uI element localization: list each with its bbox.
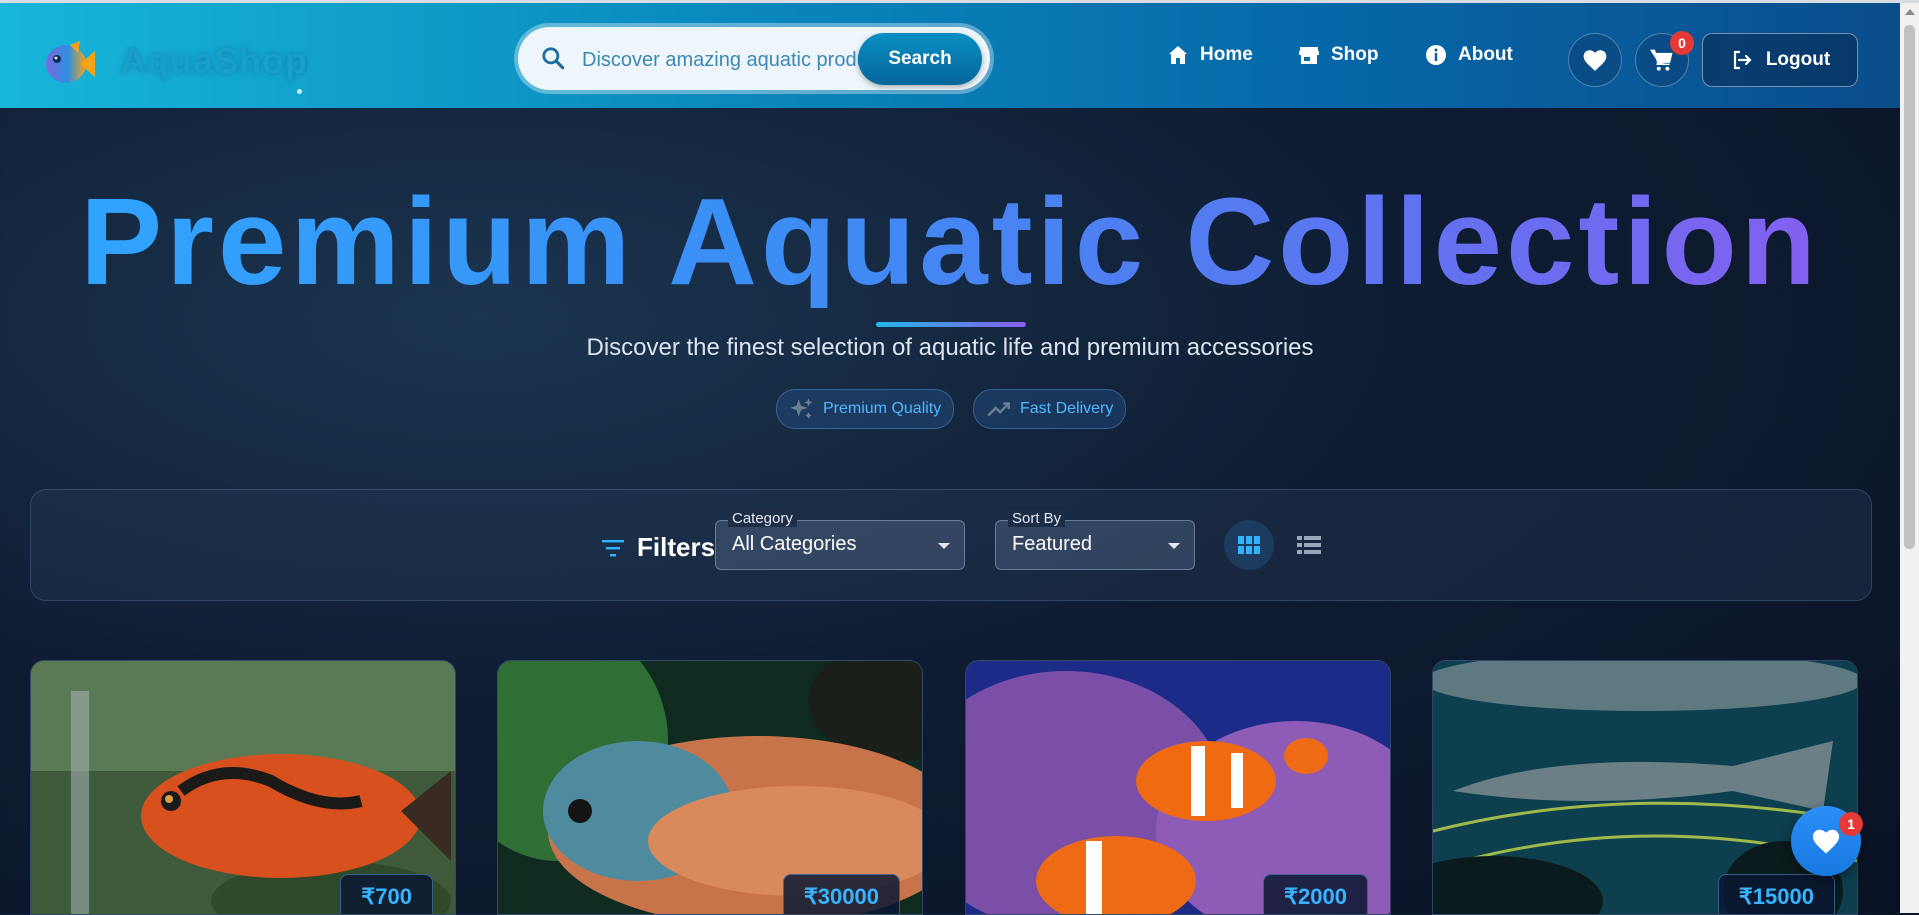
nav-shop-label: Shop	[1331, 44, 1379, 65]
search-bar: Search	[518, 27, 990, 90]
sort-select[interactable]: Sort By Featured	[995, 510, 1195, 570]
price-tag: ₹15000	[1717, 874, 1835, 914]
product-card[interactable]: ₹30000	[497, 660, 923, 915]
badge-premium-quality: Premium Quality	[776, 389, 955, 429]
decorative-dot	[297, 89, 302, 94]
filters-label: Filters	[637, 532, 716, 562]
filter-icon	[602, 539, 624, 556]
product-card[interactable]: ₹15000	[1432, 660, 1858, 915]
hero-title: Premium Aquatic Collection	[0, 178, 1900, 308]
logout-button[interactable]: Logout	[1702, 33, 1858, 87]
product-card[interactable]: ₹2000	[965, 660, 1391, 915]
favorites-count-badge: 1	[1839, 812, 1863, 836]
scroll-up-arrow-icon[interactable]	[1905, 9, 1915, 15]
heart-icon	[1583, 50, 1607, 71]
logout-label: Logout	[1765, 49, 1831, 70]
logout-icon	[1733, 50, 1752, 70]
fish-logo-icon[interactable]	[40, 39, 96, 89]
badge-label: Premium Quality	[823, 400, 942, 417]
nav-about[interactable]: About	[1424, 43, 1513, 67]
scrollbar-thumb[interactable]	[1904, 25, 1915, 549]
category-select-value: All Categories	[732, 533, 857, 555]
nav-home[interactable]: Home	[1166, 43, 1253, 67]
price-tag: ₹2000	[1263, 874, 1368, 914]
category-select-label: Category	[728, 510, 797, 527]
cart-icon	[1649, 49, 1673, 71]
sparkle-icon	[790, 398, 813, 419]
chevron-down-icon	[938, 543, 950, 549]
search-input[interactable]	[580, 41, 874, 79]
sort-select-label: Sort By	[1008, 510, 1066, 527]
cart-button[interactable]: 0	[1635, 31, 1694, 87]
badge-fast-delivery: Fast Delivery	[973, 389, 1127, 429]
nav-shop[interactable]: Shop	[1297, 43, 1379, 67]
trending-up-icon	[987, 402, 1010, 417]
list-view-icon	[1297, 536, 1321, 554]
filter-bar: Filters Category All Categories Sort By …	[30, 489, 1872, 601]
chevron-down-icon	[1168, 543, 1180, 549]
hero-underline	[876, 322, 1026, 327]
grid-view-icon	[1238, 536, 1260, 554]
grid-view-button[interactable]	[1224, 520, 1274, 570]
cart-count-badge: 0	[1670, 31, 1694, 55]
floating-favorites-button[interactable]: 1	[1791, 806, 1863, 876]
wishlist-button[interactable]	[1568, 33, 1622, 87]
home-icon	[1169, 46, 1187, 64]
badge-label: Fast Delivery	[1020, 400, 1114, 417]
search-button[interactable]: Search	[858, 33, 982, 85]
hero-subtitle: Discover the finest selection of aquatic…	[586, 334, 1314, 361]
store-icon	[1299, 47, 1319, 64]
filters-heading: Filters	[601, 532, 715, 563]
category-select[interactable]: Category All Categories	[715, 510, 965, 570]
nav-about-label: About	[1458, 44, 1513, 65]
info-icon	[1426, 45, 1446, 65]
search-icon	[542, 47, 565, 70]
sort-select-value: Featured	[1012, 533, 1093, 555]
heart-icon	[1812, 829, 1840, 854]
navbar: AquaShop Search Home Shop About 0 Logout	[0, 3, 1900, 108]
nav-home-label: Home	[1200, 44, 1253, 65]
list-view-button[interactable]	[1284, 520, 1334, 570]
price-tag: ₹700	[340, 874, 433, 914]
product-card[interactable]: ₹700	[30, 660, 456, 915]
price-tag: ₹30000	[782, 874, 900, 914]
brand-name[interactable]: AquaShop	[120, 40, 308, 82]
page-scrollbar[interactable]	[1900, 3, 1919, 913]
